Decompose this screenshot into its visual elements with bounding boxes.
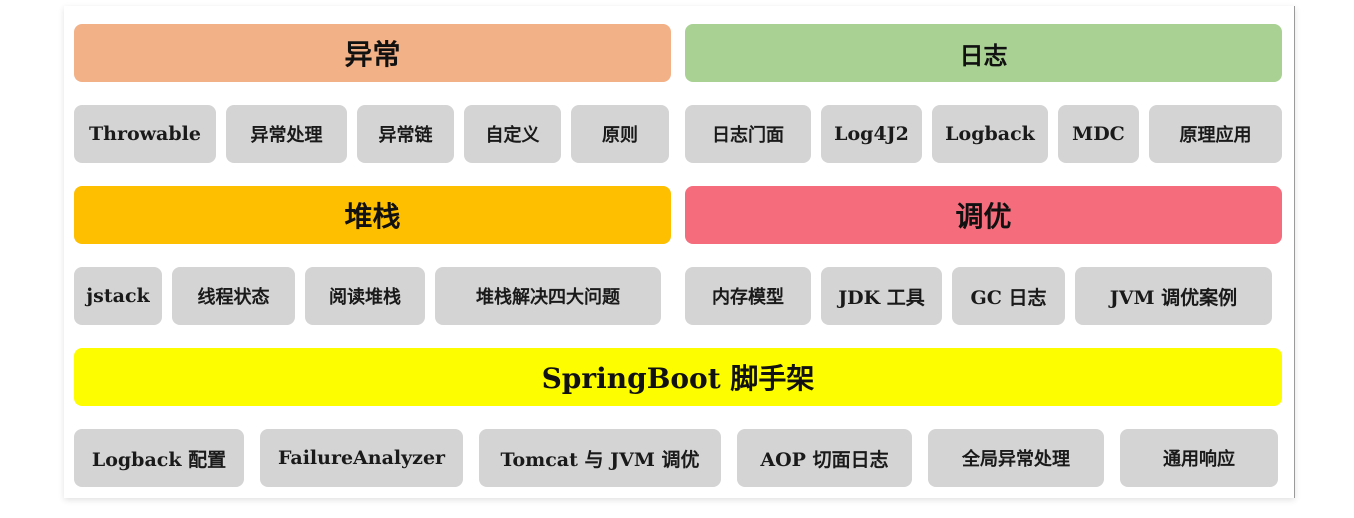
- chip-failure-analyzer: FailureAnalyzer: [260, 429, 463, 487]
- stack-items: jstack 线程状态 阅读堆栈 堆栈解决四大问题: [74, 267, 671, 325]
- chip-exception-chain: 异常链: [357, 105, 454, 163]
- chip-row-2: jstack 线程状态 阅读堆栈 堆栈解决四大问题 内存模型 JDK 工具 GC…: [74, 267, 1282, 325]
- chip-aop-log: AOP 切面日志: [737, 429, 912, 487]
- chip-row-3: Logback 配置 FailureAnalyzer Tomcat 与 JVM …: [74, 429, 1282, 487]
- log-header: 日志: [685, 24, 1282, 82]
- chip-jvm-tuning-cases: JVM 调优案例: [1075, 267, 1272, 325]
- log-items: 日志门面 Log4J2 Logback MDC 原理应用: [685, 105, 1282, 163]
- chip-memory-model: 内存模型: [685, 267, 811, 325]
- chip-principles: 原则: [571, 105, 669, 163]
- chip-tomcat-jvm-tuning: Tomcat 与 JVM 调优: [479, 429, 721, 487]
- chip-thread-states: 线程状态: [172, 267, 295, 325]
- stack-header: 堆栈: [74, 186, 671, 244]
- chip-read-stack: 阅读堆栈: [305, 267, 425, 325]
- chip-logback: Logback: [932, 105, 1048, 163]
- chip-jstack: jstack: [74, 267, 162, 325]
- chip-gc-log: GC 日志: [952, 267, 1065, 325]
- header-row-3: SpringBoot 脚手架: [74, 348, 1282, 406]
- header-row-1: 异常 日志: [74, 24, 1282, 82]
- header-row-2: 堆栈 调优: [74, 186, 1282, 244]
- exception-items: Throwable 异常处理 异常链 自定义 原则: [74, 105, 671, 163]
- chip-logback-config: Logback 配置: [74, 429, 244, 487]
- chip-log4j2: Log4J2: [821, 105, 922, 163]
- chip-common-response: 通用响应: [1120, 429, 1278, 487]
- tuning-items: 内存模型 JDK 工具 GC 日志 JVM 调优案例: [685, 267, 1282, 325]
- chip-row-1: Throwable 异常处理 异常链 自定义 原则 日志门面 Log4J2 Lo…: [74, 105, 1282, 163]
- tuning-header: 调优: [685, 186, 1282, 244]
- chip-custom: 自定义: [464, 105, 561, 163]
- chip-stack-four-problems: 堆栈解决四大问题: [435, 267, 661, 325]
- chip-throwable: Throwable: [74, 105, 216, 163]
- chip-mdc: MDC: [1058, 105, 1139, 163]
- architecture-diagram: 异常 日志 Throwable 异常处理 异常链 自定义 原则 日志门面 Log…: [64, 6, 1295, 498]
- chip-jdk-tools: JDK 工具: [821, 267, 942, 325]
- chip-principle-application: 原理应用: [1149, 105, 1282, 163]
- chip-global-exception: 全局异常处理: [928, 429, 1104, 487]
- chip-log-facade: 日志门面: [685, 105, 811, 163]
- exception-header: 异常: [74, 24, 671, 82]
- chip-exception-handling: 异常处理: [226, 105, 347, 163]
- springboot-header: SpringBoot 脚手架: [74, 348, 1282, 406]
